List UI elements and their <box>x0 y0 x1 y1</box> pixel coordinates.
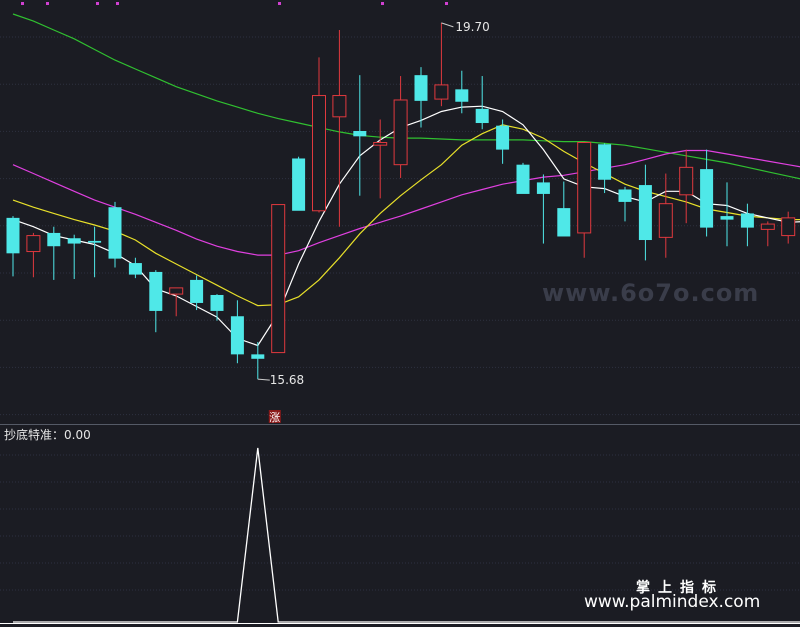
candle-body <box>455 89 469 102</box>
low-price-label: 15.68 <box>270 373 304 387</box>
candle-body <box>516 164 530 194</box>
candle-body <box>536 182 550 194</box>
candle-body <box>373 142 388 146</box>
low-pointer <box>257 378 270 381</box>
candle-body <box>618 189 632 202</box>
candle-body <box>47 232 61 247</box>
candle-body <box>475 108 489 124</box>
candle-body <box>658 203 673 238</box>
top-marker <box>381 2 384 5</box>
indicator-label: 抄底特准：0.00 <box>4 428 91 442</box>
top-marker <box>445 2 448 5</box>
candle-body <box>496 125 510 150</box>
candle-body <box>638 185 652 241</box>
high-pointer <box>441 22 454 28</box>
candle-body <box>353 131 367 137</box>
candle-body <box>414 75 428 101</box>
candle-body <box>434 84 449 100</box>
candle-body <box>6 217 20 254</box>
candle-body <box>251 354 265 359</box>
top-marker <box>116 2 119 5</box>
candle-body <box>210 294 224 311</box>
rise-marker: 涨 <box>269 411 280 424</box>
high-price-label: 19.70 <box>455 20 489 34</box>
candle-body <box>169 287 184 295</box>
candle-body <box>700 169 714 228</box>
candle-body <box>292 158 306 211</box>
brand-url: www.palmindex.com <box>584 592 761 612</box>
candle-body <box>557 208 571 237</box>
candle-body <box>190 279 204 303</box>
candle-body <box>88 240 102 243</box>
candle-body <box>108 207 122 259</box>
candle-body <box>598 144 612 180</box>
candle-body <box>781 217 796 237</box>
candle-body <box>577 142 592 234</box>
top-marker <box>46 2 49 5</box>
candle-body <box>393 99 408 166</box>
top-marker <box>21 2 24 5</box>
candle-body <box>149 271 163 311</box>
candle-body <box>230 316 244 355</box>
candle-body <box>128 263 142 275</box>
candle-body <box>332 95 347 118</box>
candle-body <box>679 166 694 196</box>
candle-body <box>26 235 41 253</box>
candle-body <box>740 213 754 228</box>
candle-body <box>271 204 286 354</box>
candlestick-chart: 19.70 15.68 涨 <box>0 2 800 624</box>
candle-body <box>760 223 775 230</box>
candle-body <box>67 238 81 244</box>
site-watermark: www.6o7o.com <box>542 279 760 307</box>
top-marker <box>96 2 99 5</box>
candle-body <box>720 216 734 220</box>
ma20-line <box>12 149 800 256</box>
candle-body <box>312 95 326 212</box>
top-marker <box>278 2 281 5</box>
